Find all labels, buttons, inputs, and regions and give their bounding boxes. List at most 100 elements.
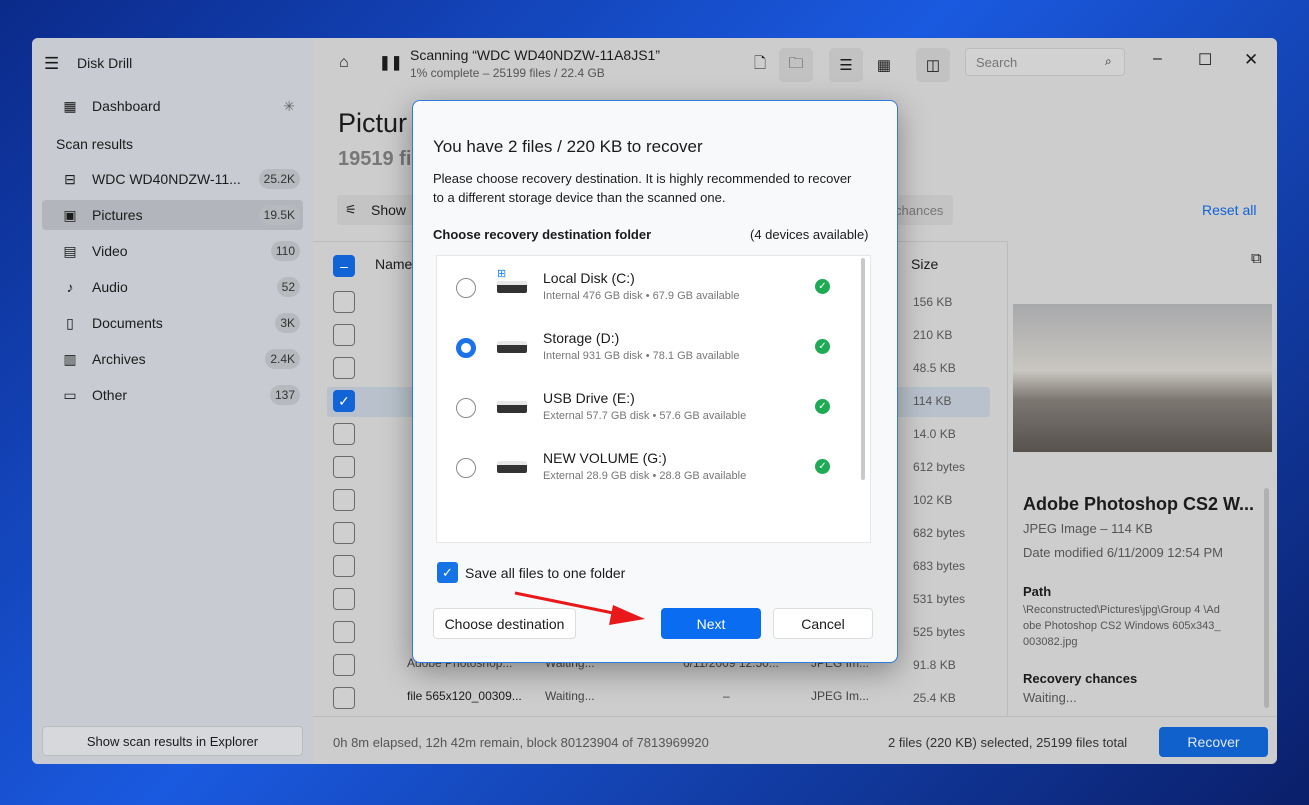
recover-button[interactable]: Recover [1159, 727, 1268, 757]
sidebar-item-label: WDC WD40NDZW-11... [92, 171, 241, 187]
save-one-folder-label[interactable]: Save all files to one folder [465, 565, 625, 581]
dialog-title: You have 2 files / 220 KB to recover [433, 137, 703, 156]
open-external-icon[interactable]: ⧉ [1251, 250, 1262, 267]
cancel-button[interactable]: Cancel [773, 608, 873, 639]
scan-title: Scanning “WDC WD40NDZW-11A8JS1” [410, 47, 660, 63]
device-detail: Internal 476 GB disk • 67.9 GB available [543, 290, 740, 302]
device-radio[interactable] [456, 398, 476, 418]
recovery-chances-label: Recovery chances [1023, 671, 1138, 686]
count-badge: 19.5K [258, 205, 300, 225]
device-option[interactable]: USB Drive (E:) External 57.7 GB disk • 57… [437, 376, 869, 436]
row-checkbox[interactable]: ✓ [333, 390, 355, 412]
choose-destination-button[interactable]: Choose destination [433, 608, 576, 639]
maximize-button[interactable]: ☐ [1198, 50, 1212, 70]
home-icon[interactable]: ⌂ [339, 54, 349, 72]
menu-icon[interactable]: ☰ [44, 54, 59, 74]
row-checkbox[interactable] [333, 324, 355, 346]
check-circle-icon: ✓ [815, 279, 830, 294]
file-size: 14.0 KB [913, 427, 956, 441]
hdd-icon: ⊟ [64, 170, 76, 187]
row-checkbox[interactable] [333, 555, 355, 577]
device-radio[interactable] [456, 338, 476, 358]
film-icon: ▤ [63, 242, 77, 259]
sidebar-item-audio[interactable]: ♪ Audio 52 [42, 272, 303, 302]
scan-results-heading: Scan results [56, 136, 134, 152]
preview-scrollbar[interactable] [1264, 488, 1269, 708]
sidebar-item-other[interactable]: ▭ Other 137 [42, 380, 303, 410]
sidebar-item-pictures[interactable]: ▣ Pictures 19.5K [42, 200, 303, 230]
device-name: USB Drive (E:) [543, 390, 635, 406]
document-icon: ▯ [66, 314, 74, 331]
preview-title: Adobe Photoshop CS2 W... [1023, 494, 1254, 514]
device-detail: Internal 931 GB disk • 78.1 GB available [543, 350, 740, 362]
grid-view-icon[interactable]: ▦ [867, 48, 901, 82]
row-checkbox[interactable] [333, 621, 355, 643]
app-title: Disk Drill [77, 55, 133, 71]
device-radio[interactable] [456, 278, 476, 298]
name-column-header[interactable]: Name [375, 256, 412, 272]
next-button[interactable]: Next [661, 608, 761, 639]
size-column-header[interactable]: Size [911, 256, 938, 272]
check-circle-icon: ✓ [815, 459, 830, 474]
row-checkbox[interactable] [333, 357, 355, 379]
file-size: 612 bytes [913, 460, 966, 474]
file-size: 682 bytes [913, 526, 966, 540]
devices-count: (4 devices available) [750, 227, 869, 242]
list-view-icon[interactable]: ☰ [829, 48, 863, 82]
close-button[interactable]: ✕ [1244, 50, 1258, 70]
dialog-description: Please choose recovery destination. It i… [433, 171, 852, 205]
spinner-icon: ✳ [283, 97, 295, 114]
device-option[interactable]: Storage (D:) Internal 931 GB disk • 78.1 … [437, 316, 869, 376]
folder-label: Choose recovery destination folder [433, 227, 652, 242]
device-option[interactable]: ⊞ Local Disk (C:) Internal 476 GB disk • 6… [437, 256, 869, 316]
file-size: 531 bytes [913, 592, 966, 606]
preview-type: JPEG Image – 114 KB [1023, 521, 1153, 536]
device-radio[interactable] [456, 458, 476, 478]
row-checkbox[interactable] [333, 522, 355, 544]
count-badge: 110 [270, 241, 300, 261]
minimize-button[interactable]: – [1153, 50, 1162, 68]
sidebar-item-dashboard[interactable]: ▦ Dashboard ✳ [42, 91, 303, 121]
device-name: NEW VOLUME (G:) [543, 450, 667, 466]
sidebar-item-documents[interactable]: ▯ Documents 3K [42, 308, 303, 338]
sidebar-item-archives[interactable]: ▥ Archives 2.4K [42, 344, 303, 374]
drive-icon [497, 401, 527, 413]
preview-pane-icon[interactable]: ◫ [916, 48, 950, 82]
select-all-checkbox[interactable]: – [333, 255, 355, 277]
row-checkbox[interactable] [333, 423, 355, 445]
device-option[interactable]: NEW VOLUME (G:) External 28.9 GB disk • 2… [437, 436, 869, 496]
file-size: 114 KB [913, 394, 952, 408]
file-view-icon[interactable]: 🗋 [743, 48, 777, 82]
archive-icon: ▥ [63, 350, 77, 367]
row-checkbox[interactable] [333, 588, 355, 610]
count-badge: 3K [275, 313, 300, 333]
sidebar-item-label: Other [92, 387, 128, 403]
table-row-partial[interactable]: file 565x120_00309... Waiting... – JPEG Im.… [407, 689, 869, 703]
show-in-explorer-button[interactable]: Show scan results in Explorer [42, 726, 303, 756]
file-size: 210 KB [913, 328, 953, 342]
search-input[interactable] [965, 48, 1125, 76]
row-checkbox[interactable] [333, 654, 355, 676]
device-list-scrollbar[interactable] [861, 258, 865, 480]
file-size: 156 KB [913, 295, 953, 309]
count-badge: 52 [276, 277, 300, 297]
row-checkbox[interactable] [333, 687, 355, 709]
row-checkbox[interactable] [333, 456, 355, 478]
save-one-folder-checkbox[interactable]: ✓ [437, 562, 458, 583]
row-checkbox[interactable] [333, 489, 355, 511]
reset-all-link[interactable]: Reset all [1202, 202, 1256, 218]
pause-icon[interactable]: ❚❚ [379, 54, 402, 71]
path-label: Path [1023, 584, 1052, 599]
drive-icon [497, 281, 527, 293]
selection-status: 2 files (220 KB) selected, 25199 files t… [888, 735, 1128, 750]
scan-progress: 1% complete – 25199 files / 22.4 GB [410, 66, 605, 80]
sidebar-item-label: Audio [92, 279, 128, 295]
row-checkbox[interactable] [333, 291, 355, 313]
sidebar: ☰ Disk Drill ▦ Dashboard ✳ Scan results ⊟ W… [32, 38, 313, 764]
divider [1007, 241, 1008, 716]
sidebar-item-wdc[interactable]: ⊟ WDC WD40NDZW-11... 25.2K [42, 164, 303, 194]
folder-view-icon[interactable]: 🗀 [779, 48, 813, 82]
sidebar-item-label: Dashboard [92, 98, 161, 114]
preview-path: \Reconstructed\Pictures\jpg\Group 4 \Ado… [1023, 604, 1221, 648]
sidebar-item-video[interactable]: ▤ Video 110 [42, 236, 303, 266]
